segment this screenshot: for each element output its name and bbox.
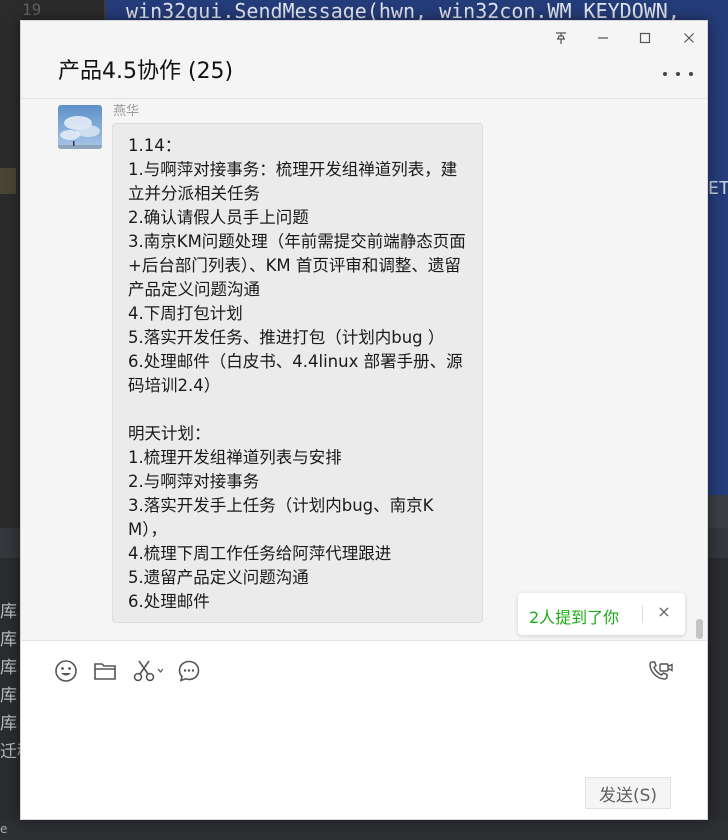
more-options-button[interactable] (663, 67, 693, 81)
terminal-line: 库 (0, 602, 17, 622)
message-bubble[interactable]: 1.14： 1.与啊萍对接事务：梳理开发组禅道列表，建立并分派相关任务 2.确认… (112, 123, 483, 623)
more-dot-icon (676, 72, 680, 76)
maximize-icon (639, 32, 651, 44)
ide-line-number: 19 (22, 0, 42, 19)
terminal-line: 库 (0, 658, 17, 678)
maximize-button[interactable] (629, 27, 661, 49)
chat-window: 产品4.5协作 (25) 燕华 1.14： 1.与啊萍对接事务：梳理开发组禅道列… (20, 20, 708, 820)
screenshot-button[interactable] (131, 657, 165, 685)
terminal-line: 库 (0, 714, 17, 734)
ide-fold-marker (0, 168, 16, 194)
close-icon (684, 33, 694, 43)
chat-bubble-icon (178, 660, 200, 682)
scissors-icon (133, 660, 164, 682)
sender-name: 燕华 (113, 104, 140, 119)
send-button[interactable]: 发送(S) (585, 777, 671, 809)
message-input[interactable] (41, 699, 689, 787)
minimize-icon (598, 37, 608, 39)
ide-status-bar: e (0, 820, 728, 840)
mention-close-button[interactable]: × (654, 602, 674, 624)
message-text: 1.14： 1.与啊萍对接事务：梳理开发组禅道列表，建立并分派相关任务 2.确认… (128, 136, 466, 611)
emoji-icon (55, 660, 77, 682)
chat-title: 产品4.5协作 (25) (58, 59, 234, 84)
emoji-button[interactable] (52, 657, 80, 685)
avatar[interactable] (58, 105, 102, 149)
terminal-line: 库 (0, 630, 17, 650)
ide-code-line: win32gui.SendMessage(hwn, win32con.WM_KE… (126, 0, 680, 23)
mention-divider (642, 605, 643, 623)
input-area: 发送(S) (21, 640, 707, 819)
avatar-sky-image (58, 105, 102, 149)
pin-button[interactable] (545, 27, 577, 49)
minimize-button[interactable] (587, 27, 619, 49)
mention-notice: 2人提到了你 × (518, 593, 685, 635)
chat-history-button[interactable] (175, 657, 203, 685)
more-dot-icon (663, 72, 667, 76)
message-list[interactable]: 燕华 1.14： 1.与啊萍对接事务：梳理开发组禅道列表，建立并分派相关任务 2… (21, 100, 707, 640)
mention-notice-link[interactable]: 2人提到了你 (529, 604, 619, 628)
video-call-icon (649, 661, 673, 680)
ide-status-text: e (0, 822, 8, 836)
chat-title-bar[interactable]: 产品4.5协作 (25) (21, 21, 707, 99)
close-button[interactable] (673, 27, 705, 49)
message-scrollbar[interactable] (696, 619, 703, 639)
more-dot-icon (689, 72, 693, 76)
ide-code-fragment: ET (708, 178, 728, 199)
file-button[interactable] (91, 657, 119, 685)
terminal-line: 库 (0, 686, 17, 706)
folder-icon (94, 663, 116, 680)
pin-icon (556, 32, 566, 44)
voice-video-call-button[interactable] (647, 657, 675, 685)
